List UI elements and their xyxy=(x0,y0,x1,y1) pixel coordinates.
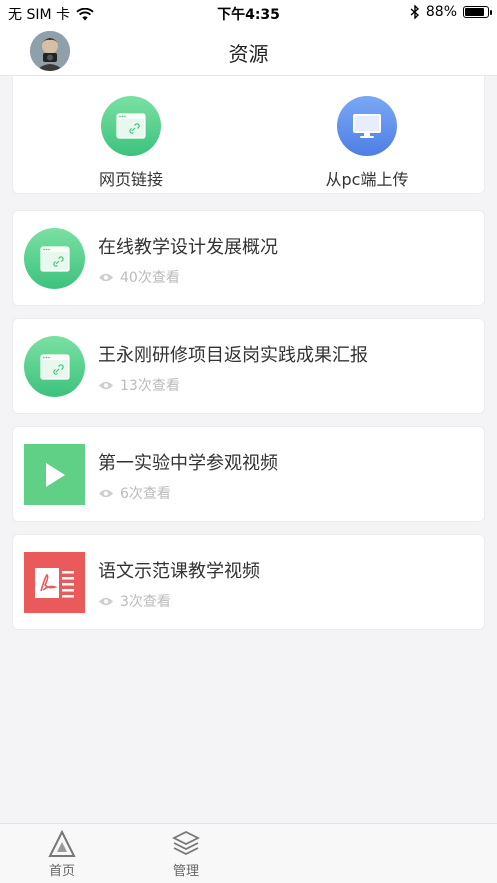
tab-bar: 首页 管理 xyxy=(0,823,497,883)
eye-icon xyxy=(99,381,113,389)
pc-upload-option[interactable]: 从pc端上传 xyxy=(287,96,447,190)
pdf-icon xyxy=(24,552,85,613)
tab-manage[interactable]: 管理 xyxy=(156,830,216,879)
battery-fill xyxy=(465,8,485,16)
web-link-icon xyxy=(101,96,161,156)
triangle-home-icon xyxy=(48,830,76,857)
view-count: 40次查看 xyxy=(98,267,180,287)
play-icon xyxy=(24,444,85,505)
pc-upload-label: 从pc端上传 xyxy=(325,170,409,189)
web-link-icon xyxy=(24,228,85,289)
view-count: 3次查看 xyxy=(98,591,171,611)
page-title: 资源 xyxy=(228,42,269,66)
view-count-text: 3次查看 xyxy=(120,594,171,610)
battery-percent: 88% xyxy=(425,4,457,20)
nav-bar: 资源 xyxy=(0,26,497,76)
status-bar: 无 SIM 卡 下午4:35 88% xyxy=(0,0,497,26)
web-link-option[interactable]: 网页链接 xyxy=(51,96,211,190)
resource-title: 第一实验中学参观视频 xyxy=(98,453,278,474)
view-count-text: 6次查看 xyxy=(120,486,171,502)
resource-card[interactable]: 第一实验中学参观视频 6次查看 xyxy=(12,426,485,522)
layers-icon xyxy=(172,830,200,856)
eye-icon xyxy=(99,273,113,281)
view-count: 13次查看 xyxy=(98,375,180,395)
view-count-text: 40次查看 xyxy=(120,270,180,286)
monitor-icon xyxy=(337,96,397,156)
view-count-text: 13次查看 xyxy=(120,378,180,394)
status-right: 88% xyxy=(410,4,492,20)
eye-icon xyxy=(99,489,113,497)
web-link-label: 网页链接 xyxy=(98,170,163,189)
resource-title: 王永刚研修项目返岗实践成果汇报 xyxy=(98,345,368,366)
resource-card[interactable]: 在线教学设计发展概况 40次查看 xyxy=(12,210,485,306)
resource-card[interactable]: 王永刚研修项目返岗实践成果汇报 13次查看 xyxy=(12,318,485,414)
tab-manage-label: 管理 xyxy=(172,864,199,879)
resource-card[interactable]: 语文示范课教学视频 3次查看 xyxy=(12,534,485,630)
bluetooth-icon xyxy=(410,5,419,19)
view-count: 6次查看 xyxy=(98,483,171,503)
resource-title: 语文示范课教学视频 xyxy=(98,561,260,582)
resource-title: 在线教学设计发展概况 xyxy=(98,237,278,258)
web-link-icon xyxy=(24,336,85,397)
eye-icon xyxy=(99,597,113,605)
tab-home-label: 首页 xyxy=(48,864,75,879)
battery-icon xyxy=(463,6,492,18)
upload-card: 网页链接 从pc端上传 xyxy=(12,76,485,194)
tab-home[interactable]: 首页 xyxy=(32,830,92,879)
